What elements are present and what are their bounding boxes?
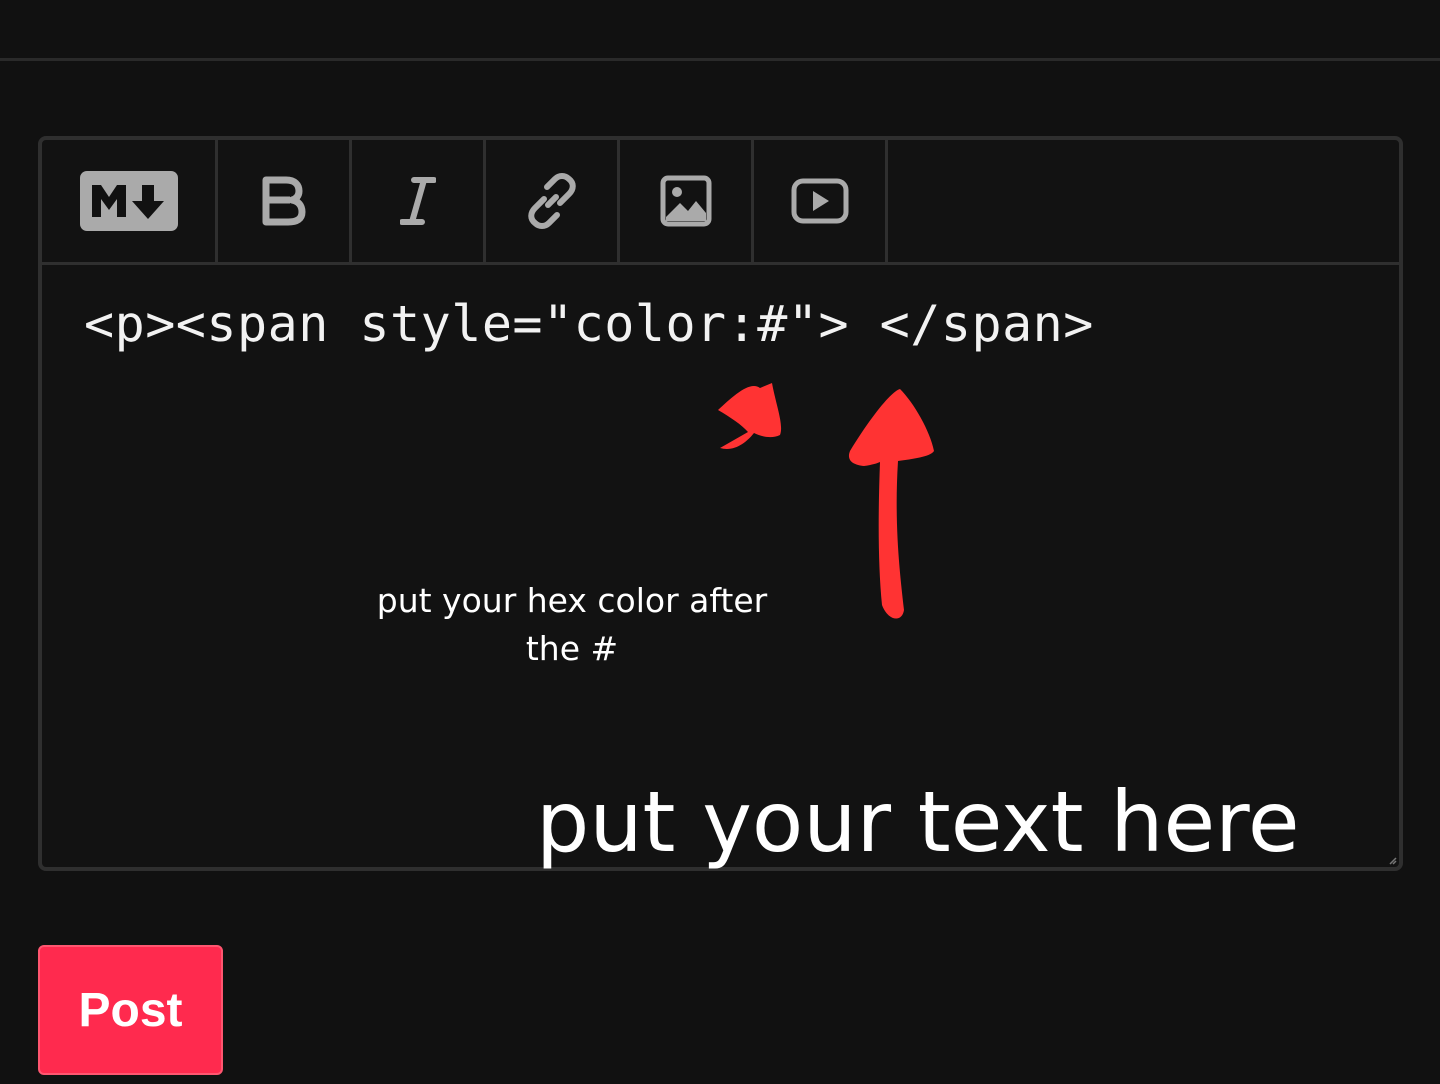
bold-icon — [262, 176, 306, 226]
image-button[interactable] — [620, 140, 754, 262]
bold-button[interactable] — [218, 140, 352, 262]
post-button[interactable]: Post — [38, 945, 223, 1075]
editor-toolbar — [42, 140, 1399, 265]
hex-arrow-icon — [718, 383, 782, 449]
video-button[interactable] — [754, 140, 888, 262]
top-divider — [0, 58, 1440, 61]
text-arrow-icon — [848, 389, 934, 619]
italic-icon — [399, 176, 436, 226]
link-icon — [524, 173, 580, 229]
link-button[interactable] — [486, 140, 620, 262]
italic-button[interactable] — [352, 140, 486, 262]
resize-grip-icon[interactable] — [1389, 857, 1397, 865]
markdown-toggle-button[interactable] — [42, 140, 218, 262]
markdown-icon — [79, 171, 178, 231]
editor-textarea[interactable]: <p><span style="color:#"> </span> put yo… — [42, 265, 1399, 871]
annotation-arrows — [718, 383, 934, 619]
video-icon — [791, 178, 849, 224]
image-icon — [660, 175, 712, 227]
markdown-editor: <p><span style="color:#"> </span> put yo… — [38, 136, 1403, 871]
